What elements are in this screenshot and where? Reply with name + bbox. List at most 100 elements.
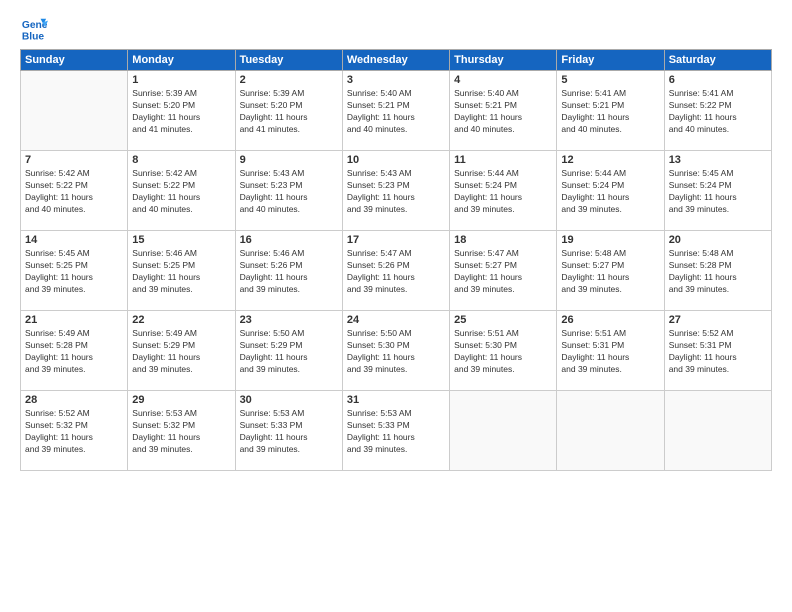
calendar-cell: 7 Sunrise: 5:42 AMSunset: 5:22 PMDaylight…: [21, 151, 128, 231]
cell-info: Sunrise: 5:48 AMSunset: 5:28 PMDaylight:…: [669, 248, 767, 296]
calendar-cell: 19 Sunrise: 5:48 AMSunset: 5:27 PMDayligh…: [557, 231, 664, 311]
day-number: 2: [240, 74, 338, 86]
week-row-2: 14 Sunrise: 5:45 AMSunset: 5:25 PMDayligh…: [21, 231, 772, 311]
header-day-sunday: Sunday: [21, 50, 128, 71]
calendar-cell: 8 Sunrise: 5:42 AMSunset: 5:22 PMDaylight…: [128, 151, 235, 231]
header-day-thursday: Thursday: [450, 50, 557, 71]
calendar-cell: 15 Sunrise: 5:46 AMSunset: 5:25 PMDayligh…: [128, 231, 235, 311]
cell-info: Sunrise: 5:49 AMSunset: 5:29 PMDaylight:…: [132, 328, 230, 376]
day-number: 27: [669, 314, 767, 326]
calendar-cell: [21, 71, 128, 151]
cell-info: Sunrise: 5:41 AMSunset: 5:22 PMDaylight:…: [669, 88, 767, 136]
logo: General Blue: [20, 15, 48, 43]
day-number: 30: [240, 394, 338, 406]
cell-info: Sunrise: 5:42 AMSunset: 5:22 PMDaylight:…: [132, 168, 230, 216]
day-number: 31: [347, 394, 445, 406]
day-number: 16: [240, 234, 338, 246]
calendar-cell: 20 Sunrise: 5:48 AMSunset: 5:28 PMDayligh…: [664, 231, 771, 311]
cell-info: Sunrise: 5:47 AMSunset: 5:27 PMDaylight:…: [454, 248, 552, 296]
header-day-saturday: Saturday: [664, 50, 771, 71]
cell-info: Sunrise: 5:40 AMSunset: 5:21 PMDaylight:…: [347, 88, 445, 136]
week-row-3: 21Sunrise: 5:49 AMSunset: 5:28 PMDayligh…: [21, 311, 772, 391]
calendar-cell: 1 Sunrise: 5:39 AMSunset: 5:20 PMDaylight…: [128, 71, 235, 151]
calendar-cell: 26 Sunrise: 5:51 AMSunset: 5:31 PMDayligh…: [557, 311, 664, 391]
cell-info: Sunrise: 5:46 AMSunset: 5:26 PMDaylight:…: [240, 248, 338, 296]
header-day-friday: Friday: [557, 50, 664, 71]
cell-info: Sunrise: 5:42 AMSunset: 5:22 PMDaylight:…: [25, 168, 123, 216]
calendar-cell: 22 Sunrise: 5:49 AMSunset: 5:29 PMDayligh…: [128, 311, 235, 391]
header-day-monday: Monday: [128, 50, 235, 71]
day-number: 23: [240, 314, 338, 326]
calendar-cell: 27 Sunrise: 5:52 AMSunset: 5:31 PMDayligh…: [664, 311, 771, 391]
cell-info: Sunrise: 5:44 AMSunset: 5:24 PMDaylight:…: [454, 168, 552, 216]
calendar-cell: 18 Sunrise: 5:47 AMSunset: 5:27 PMDayligh…: [450, 231, 557, 311]
cell-info: Sunrise: 5:53 AMSunset: 5:33 PMDaylight:…: [347, 408, 445, 456]
calendar-cell: 9Sunrise: 5:43 AMSunset: 5:23 PMDaylight…: [235, 151, 342, 231]
day-number: 22: [132, 314, 230, 326]
day-number: 20: [669, 234, 767, 246]
day-number: 8: [132, 154, 230, 166]
day-number: 7: [25, 154, 123, 166]
calendar-cell: 11 Sunrise: 5:44 AMSunset: 5:24 PMDayligh…: [450, 151, 557, 231]
calendar-cell: 25 Sunrise: 5:51 AMSunset: 5:30 PMDayligh…: [450, 311, 557, 391]
svg-text:Blue: Blue: [22, 31, 45, 42]
cell-info: Sunrise: 5:41 AMSunset: 5:21 PMDaylight:…: [561, 88, 659, 136]
day-number: 18: [454, 234, 552, 246]
week-row-4: 28Sunrise: 5:52 AMSunset: 5:32 PMDayligh…: [21, 391, 772, 471]
cell-info: Sunrise: 5:43 AMSunset: 5:23 PMDaylight:…: [240, 168, 338, 216]
cell-info: Sunrise: 5:43 AMSunset: 5:23 PMDaylight:…: [347, 168, 445, 216]
day-number: 15: [132, 234, 230, 246]
cell-info: Sunrise: 5:51 AMSunset: 5:30 PMDaylight:…: [454, 328, 552, 376]
cell-info: Sunrise: 5:39 AMSunset: 5:20 PMDaylight:…: [132, 88, 230, 136]
header-day-tuesday: Tuesday: [235, 50, 342, 71]
day-number: 17: [347, 234, 445, 246]
calendar-cell: 21Sunrise: 5:49 AMSunset: 5:28 PMDayligh…: [21, 311, 128, 391]
cell-info: Sunrise: 5:47 AMSunset: 5:26 PMDaylight:…: [347, 248, 445, 296]
cell-info: Sunrise: 5:50 AMSunset: 5:30 PMDaylight:…: [347, 328, 445, 376]
calendar-cell: 10Sunrise: 5:43 AMSunset: 5:23 PMDayligh…: [342, 151, 449, 231]
day-number: 12: [561, 154, 659, 166]
cell-info: Sunrise: 5:46 AMSunset: 5:25 PMDaylight:…: [132, 248, 230, 296]
day-number: 3: [347, 74, 445, 86]
calendar-cell: 12 Sunrise: 5:44 AMSunset: 5:24 PMDayligh…: [557, 151, 664, 231]
logo-icon: General Blue: [20, 15, 48, 43]
cell-info: Sunrise: 5:45 AMSunset: 5:24 PMDaylight:…: [669, 168, 767, 216]
day-number: 11: [454, 154, 552, 166]
day-number: 25: [454, 314, 552, 326]
calendar-cell: 2 Sunrise: 5:39 AMSunset: 5:20 PMDaylight…: [235, 71, 342, 151]
calendar-cell: 6 Sunrise: 5:41 AMSunset: 5:22 PMDaylight…: [664, 71, 771, 151]
cell-info: Sunrise: 5:52 AMSunset: 5:31 PMDaylight:…: [669, 328, 767, 376]
day-number: 14: [25, 234, 123, 246]
calendar-cell: [557, 391, 664, 471]
day-number: 26: [561, 314, 659, 326]
day-number: 24: [347, 314, 445, 326]
calendar-cell: 30Sunrise: 5:53 AMSunset: 5:33 PMDayligh…: [235, 391, 342, 471]
calendar-cell: [450, 391, 557, 471]
calendar-cell: 29 Sunrise: 5:53 AMSunset: 5:32 PMDayligh…: [128, 391, 235, 471]
day-number: 6: [669, 74, 767, 86]
day-number: 21: [25, 314, 123, 326]
calendar-cell: 23Sunrise: 5:50 AMSunset: 5:29 PMDayligh…: [235, 311, 342, 391]
calendar-cell: 16 Sunrise: 5:46 AMSunset: 5:26 PMDayligh…: [235, 231, 342, 311]
day-number: 5: [561, 74, 659, 86]
day-number: 29: [132, 394, 230, 406]
day-number: 13: [669, 154, 767, 166]
week-row-0: 1 Sunrise: 5:39 AMSunset: 5:20 PMDaylight…: [21, 71, 772, 151]
cell-info: Sunrise: 5:45 AMSunset: 5:25 PMDaylight:…: [25, 248, 123, 296]
cell-info: Sunrise: 5:48 AMSunset: 5:27 PMDaylight:…: [561, 248, 659, 296]
cell-info: Sunrise: 5:53 AMSunset: 5:32 PMDaylight:…: [132, 408, 230, 456]
cell-info: Sunrise: 5:39 AMSunset: 5:20 PMDaylight:…: [240, 88, 338, 136]
week-row-1: 7 Sunrise: 5:42 AMSunset: 5:22 PMDaylight…: [21, 151, 772, 231]
calendar-table: SundayMondayTuesdayWednesdayThursdayFrid…: [20, 49, 772, 471]
day-number: 19: [561, 234, 659, 246]
cell-info: Sunrise: 5:51 AMSunset: 5:31 PMDaylight:…: [561, 328, 659, 376]
calendar-cell: 31 Sunrise: 5:53 AMSunset: 5:33 PMDayligh…: [342, 391, 449, 471]
calendar-cell: 5 Sunrise: 5:41 AMSunset: 5:21 PMDaylight…: [557, 71, 664, 151]
calendar-cell: 4Sunrise: 5:40 AMSunset: 5:21 PMDaylight…: [450, 71, 557, 151]
calendar-cell: 17 Sunrise: 5:47 AMSunset: 5:26 PMDayligh…: [342, 231, 449, 311]
cell-info: Sunrise: 5:40 AMSunset: 5:21 PMDaylight:…: [454, 88, 552, 136]
day-number: 1: [132, 74, 230, 86]
header-row: SundayMondayTuesdayWednesdayThursdayFrid…: [21, 50, 772, 71]
cell-info: Sunrise: 5:44 AMSunset: 5:24 PMDaylight:…: [561, 168, 659, 216]
day-number: 28: [25, 394, 123, 406]
